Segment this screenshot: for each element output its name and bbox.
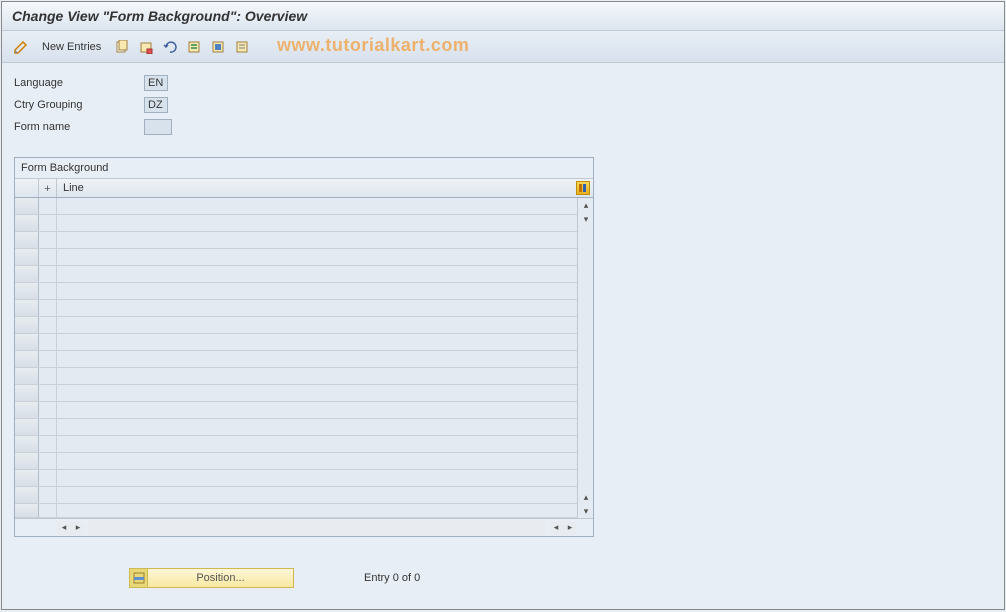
language-input[interactable]	[144, 75, 168, 91]
deselect-all-icon[interactable]	[233, 38, 251, 56]
toolbar: New Entries www.tutorialkart.com	[2, 31, 1004, 63]
table-header-line[interactable]: Line	[57, 182, 573, 194]
table-container: Form Background + Line	[14, 157, 594, 537]
select-all-icon[interactable]	[185, 38, 203, 56]
table-row[interactable]	[15, 266, 577, 283]
scroll-left-icon[interactable]: ◂	[57, 521, 71, 535]
table-row[interactable]	[15, 351, 577, 368]
table-row[interactable]	[15, 487, 577, 504]
scroll-left-icon[interactable]: ◂	[549, 521, 563, 535]
table-row[interactable]	[15, 402, 577, 419]
table-row[interactable]	[15, 334, 577, 351]
table-row[interactable]	[15, 249, 577, 266]
watermark-text: www.tutorialkart.com	[277, 35, 469, 56]
delete-icon[interactable]	[137, 38, 155, 56]
position-label: Position...	[148, 572, 293, 584]
select-block-icon[interactable]	[209, 38, 227, 56]
table-row[interactable]	[15, 436, 577, 453]
table-row[interactable]	[15, 232, 577, 249]
copy-icon[interactable]	[113, 38, 131, 56]
bottom-bar: Position... Entry 0 of 0	[2, 565, 1004, 591]
table-config-button[interactable]	[573, 179, 593, 197]
scroll-up-icon[interactable]: ▴	[578, 490, 594, 504]
ctry-grouping-input[interactable]	[144, 97, 168, 113]
vertical-scrollbar[interactable]: ▴ ▾ ▴ ▾	[577, 198, 593, 518]
ctry-grouping-label: Ctry Grouping	[14, 99, 144, 111]
scroll-right-icon[interactable]: ▸	[71, 521, 85, 535]
form-name-label: Form name	[14, 121, 144, 133]
table-row[interactable]	[15, 419, 577, 436]
page-title: Change View "Form Background": Overview	[2, 2, 1004, 31]
position-icon	[130, 569, 148, 587]
table-row[interactable]	[15, 470, 577, 487]
table-header-selector[interactable]	[15, 179, 39, 197]
new-entries-button[interactable]: New Entries	[36, 39, 107, 55]
table-row[interactable]	[15, 453, 577, 470]
scroll-up-icon[interactable]: ▴	[578, 198, 594, 212]
scroll-down-icon[interactable]: ▾	[578, 504, 594, 518]
position-button[interactable]: Position...	[129, 568, 294, 588]
table-header: + Line	[15, 178, 593, 198]
table-row[interactable]	[15, 198, 577, 215]
table-row[interactable]	[15, 215, 577, 232]
undo-icon[interactable]	[161, 38, 179, 56]
table-header-plus[interactable]: +	[39, 179, 57, 197]
scroll-right-icon[interactable]: ▸	[563, 521, 577, 535]
horizontal-scrollbar[interactable]: ◂ ▸ ◂ ▸	[15, 518, 593, 536]
scroll-down-icon[interactable]: ▾	[578, 212, 594, 226]
table-title: Form Background	[15, 158, 593, 178]
table-rows	[15, 198, 577, 518]
header-fields: Language Ctry Grouping Form name	[2, 63, 1004, 149]
entry-count: Entry 0 of 0	[364, 572, 420, 584]
config-icon	[576, 181, 590, 195]
table-row[interactable]	[15, 317, 577, 334]
table-row[interactable]	[15, 283, 577, 300]
table-row[interactable]	[15, 504, 577, 518]
edit-icon[interactable]	[12, 38, 30, 56]
table-row[interactable]	[15, 385, 577, 402]
language-label: Language	[14, 77, 144, 89]
table-row[interactable]	[15, 368, 577, 385]
form-name-input[interactable]	[144, 119, 172, 135]
table-row[interactable]	[15, 300, 577, 317]
